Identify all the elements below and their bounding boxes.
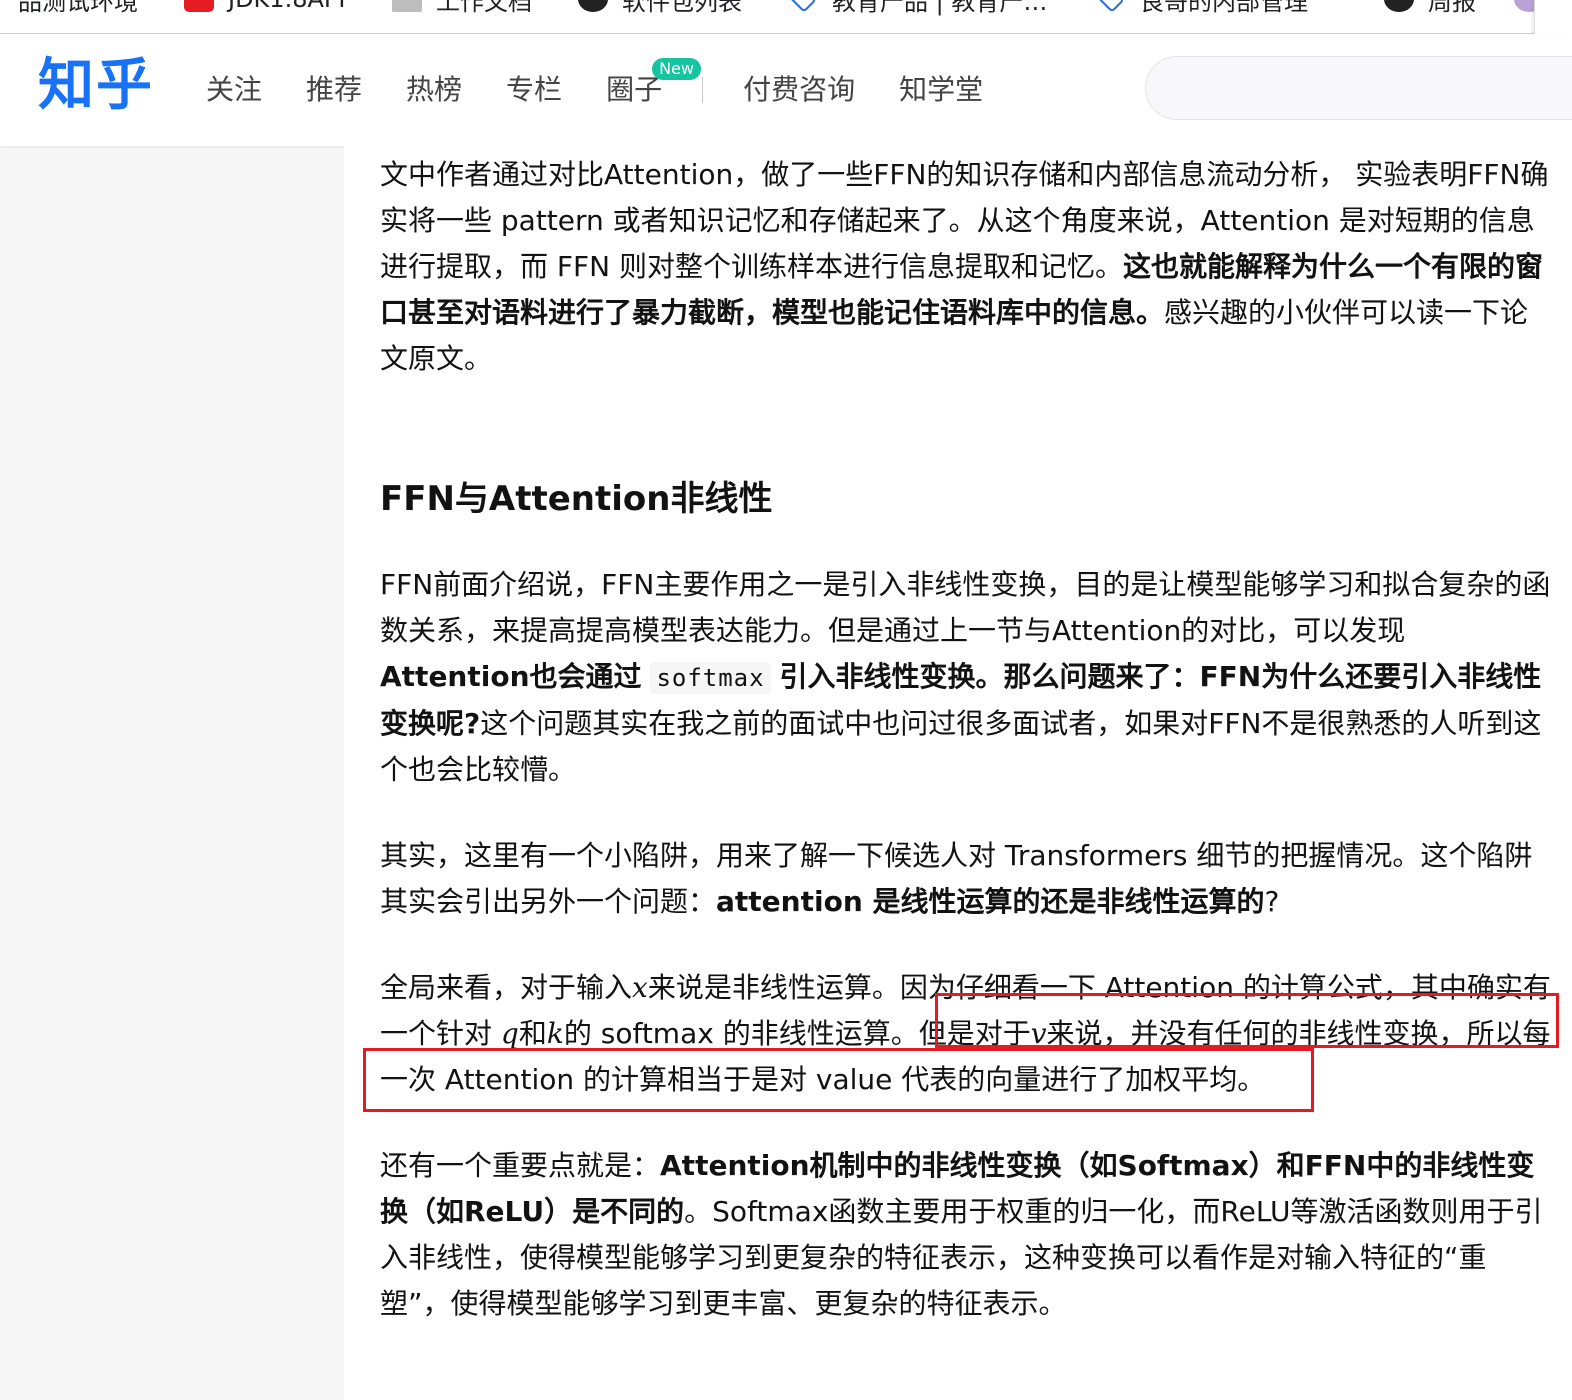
text: 还有一个重要点就是： (380, 1149, 661, 1182)
text: ? (1264, 885, 1280, 918)
nav-item-follow[interactable]: 关注 (206, 70, 262, 110)
site-header: 知乎 关注 推荐 热榜 专栏 圈子 New 付费咨询 知学堂 (0, 34, 1572, 146)
inline-code: softmax (650, 662, 771, 694)
globe-icon (1384, 0, 1414, 12)
text: FFN前面介绍说，FFN主要作用之一是引入非线性变换，目的是让模型能够学习和拟合… (380, 568, 1551, 647)
bookmark-item[interactable]: 教育产品 | 教育产… (788, 0, 1048, 16)
bookmark-label: JDK1.8API (228, 0, 345, 13)
nav-item-circle-label: 圈子 (606, 73, 663, 106)
bookmark-label: 品测试环境 (18, 0, 138, 16)
folder-icon (392, 0, 422, 12)
bold-text: Attention也会通过 (380, 660, 642, 693)
bookmark-label: 周报 (1428, 0, 1476, 16)
math-var: v (1030, 1017, 1047, 1050)
nav-item-zhixuetang[interactable]: 知学堂 (899, 70, 983, 110)
search-input[interactable] (1145, 56, 1572, 120)
bookmark-item[interactable]: 周报 (1384, 0, 1476, 16)
bold-text: attention 是线性运算的还是非线性运算的 (716, 885, 1265, 918)
math-var: k (546, 1017, 564, 1050)
paragraph: 文中作者通过对比Attention，做了一些FFN的知识存储和内部信息流动分析，… (380, 152, 1552, 382)
paragraph: 其实，这里有一个小陷阱，用来了解一下候选人对 Transformers 细节的把… (380, 833, 1552, 925)
globe-icon (578, 0, 608, 12)
text: 这个问题其实在我之前的面试中也问过很多面试者，如果对FFN不是很熟悉的人听到这个… (380, 707, 1542, 786)
cube-icon (789, 0, 817, 13)
math-var: x (632, 971, 648, 1004)
nav-item-column[interactable]: 专栏 (506, 70, 562, 110)
math-var: q (500, 1017, 519, 1050)
main-nav: 关注 推荐 热榜 专栏 圈子 New 付费咨询 知学堂 (206, 58, 1027, 110)
section-heading: FFN与Attention非线性 (380, 479, 773, 519)
text: 全局来看，对于输入 (380, 971, 633, 1004)
bookmark-label: 软件包列表 (622, 0, 742, 16)
nav-item-recommend[interactable]: 推荐 (306, 70, 362, 110)
nav-divider (702, 77, 704, 103)
article-body: 文中作者通过对比Attention，做了一些FFN的知识存储和内部信息流动分析，… (380, 152, 1552, 1327)
new-badge: New (652, 58, 701, 80)
bookmark-label: 工作文档 (436, 0, 532, 16)
nav-item-hot[interactable]: 热榜 (406, 70, 462, 110)
paragraph: 全局来看，对于输入x来说是非线性运算。因为仔细看一下 Attention 的计算… (380, 965, 1552, 1103)
bookmark-item[interactable]: 品测试环境 (18, 0, 138, 16)
zhihu-logo[interactable]: 知乎 (38, 54, 154, 118)
bookmark-item[interactable]: 工作文档 (392, 0, 532, 16)
nav-item-paid-consult[interactable]: 付费咨询 (743, 70, 855, 110)
bookmark-item[interactable]: JDK1.8API (184, 0, 345, 14)
bookmark-label: 良哥的内部管理 (1140, 0, 1308, 16)
cube-icon (1097, 0, 1125, 13)
bookmark-item[interactable]: 软件包列表 (578, 0, 742, 16)
text: 和 (518, 1017, 547, 1050)
text: 的 softmax 的非线性运算。 (563, 1017, 919, 1050)
paragraph: FFN前面介绍说，FFN主要作用之一是引入非线性变换，目的是让模型能够学习和拟合… (380, 562, 1552, 793)
paragraph: 还有一个重要点就是：Attention机制中的非线性变换（如Softmax）和F… (380, 1143, 1552, 1327)
bookmark-app-icon (184, 0, 214, 12)
nav-item-circle[interactable]: 圈子 New (606, 58, 701, 110)
bookmarks-bar: 品测试环境 JDK1.8API 工作文档 软件包列表 教育产品 | 教育产… 良… (0, 0, 1572, 34)
highlighted-text: 但是对于 (918, 1017, 1031, 1050)
bookmark-item[interactable]: 良哥的内部管理 (1096, 0, 1308, 16)
bookmark-label: 教育产品 | 教育产… (832, 0, 1048, 16)
